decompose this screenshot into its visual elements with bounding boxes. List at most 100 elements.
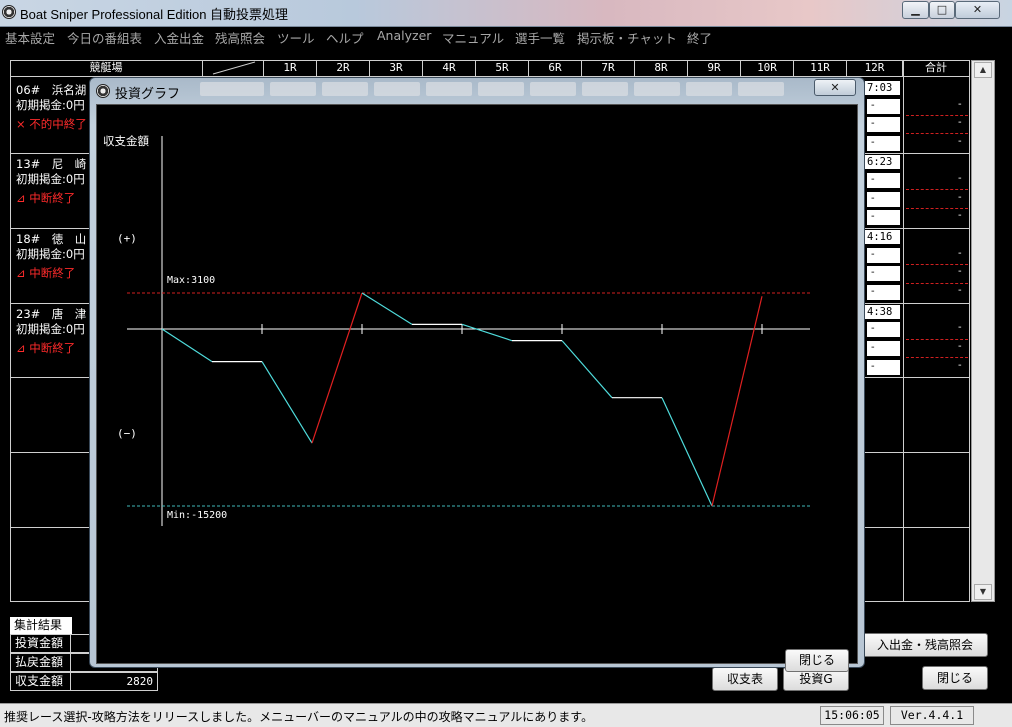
- race-cell[interactable]: -: [867, 99, 900, 114]
- menu-item-board-chat[interactable]: 掲示板・チャット: [577, 28, 677, 47]
- race-cell[interactable]: -: [867, 360, 900, 375]
- minus-label: (−): [117, 427, 137, 440]
- series-line: [161, 292, 763, 507]
- race-header: 7R: [582, 60, 635, 77]
- dialog-title: 投資グラフ: [115, 87, 181, 102]
- venue-row[interactable]: 13# 尼 崎 初期掲金:0円 ⊿ 中断終了: [16, 157, 96, 206]
- summary-tab[interactable]: 集計結果: [10, 617, 72, 634]
- table-scrollbar[interactable]: ▲ ▼: [971, 60, 995, 602]
- race-cell[interactable]: -: [867, 266, 900, 281]
- race-cell[interactable]: -: [867, 173, 900, 188]
- race-cell[interactable]: -: [867, 341, 900, 356]
- series-segment: [561, 340, 613, 399]
- venue-header: 競艇場: [10, 60, 203, 77]
- venue-row[interactable]: 23# 唐 津 初期掲金:0円 ⊿ 中断終了: [16, 307, 96, 356]
- status-bar: 推奨レース選択-攻略方法をリリースしました。メニューバーのマニュアルの中の攻略マ…: [0, 703, 1012, 727]
- balance-sheet-button[interactable]: 収支表: [712, 667, 778, 691]
- series-segment: [361, 292, 413, 325]
- background-row-ghost: [686, 82, 732, 96]
- venue-status: ⊿ 中断終了: [16, 341, 76, 355]
- menu-item-today-program[interactable]: 今日の番組表: [67, 28, 142, 47]
- menu-item-help[interactable]: ヘルプ: [326, 28, 364, 47]
- race-header: 10R: [741, 60, 794, 77]
- min-label: Min:-15200: [167, 510, 227, 521]
- close-button[interactable]: 閉じる: [922, 666, 988, 690]
- invest-chart: 収支金額 (+) (−) Max:3100 Min:-15200: [103, 134, 810, 526]
- race-time-cell[interactable]: 4:16: [865, 230, 900, 244]
- background-row-ghost: [270, 82, 316, 96]
- total-column-divider: [903, 60, 904, 602]
- race-cell[interactable]: -: [867, 285, 900, 300]
- status-message: 推奨レース選択-攻略方法をリリースしました。メニューバーのマニュアルの中の攻略マ…: [4, 710, 594, 724]
- venue-fund: 初期掲金:0円: [16, 322, 85, 336]
- race-header: 11R: [794, 60, 847, 77]
- app-window: Boat Sniper Professional Edition 自動投票処理 …: [0, 0, 1012, 727]
- summary-label: 投資金額: [11, 635, 71, 652]
- y-axis-label: 収支金額: [103, 134, 149, 148]
- race-header: 9R: [688, 60, 741, 77]
- total-cell: -: [958, 266, 962, 277]
- dialog-logo-icon: [96, 84, 110, 98]
- background-row-ghost: [634, 82, 680, 96]
- scroll-up-icon[interactable]: ▲: [974, 62, 992, 78]
- scroll-down-icon[interactable]: ▼: [974, 584, 992, 600]
- total-divider: [906, 189, 968, 190]
- race-header: 8R: [635, 60, 688, 77]
- summary-row: 収支金額 2820: [10, 672, 158, 691]
- summary-label: 収支金額: [11, 673, 71, 690]
- race-cell[interactable]: -: [867, 210, 900, 225]
- menu-item-manual[interactable]: マニュアル: [442, 28, 504, 47]
- venue-status: × 不的中終了: [16, 117, 87, 131]
- venue-row[interactable]: 06# 浜名湖 初期掲金:0円 × 不的中終了: [16, 83, 96, 132]
- total-divider: [906, 264, 968, 265]
- menu-item-analyzer[interactable]: Analyzer: [377, 28, 431, 43]
- venue-row[interactable]: 18# 徳 山 初期掲金:0円 ⊿ 中断終了: [16, 232, 96, 281]
- race-time-cell[interactable]: 7:03: [865, 81, 900, 95]
- background-row-ghost: [426, 82, 472, 96]
- total-divider: [906, 357, 968, 358]
- race-cell[interactable]: -: [867, 192, 900, 207]
- maximize-button[interactable]: □: [929, 1, 955, 19]
- total-divider: [906, 208, 968, 209]
- deposit-balance-button[interactable]: 入出金・残高照会: [862, 633, 988, 657]
- race-header: 4R: [423, 60, 476, 77]
- menu-item-tools[interactable]: ツール: [277, 28, 315, 47]
- dialog-close-icon[interactable]: ✕: [814, 79, 856, 96]
- race-cell[interactable]: -: [867, 248, 900, 263]
- total-cell: -: [958, 117, 962, 128]
- total-divider: [906, 283, 968, 284]
- race-cell[interactable]: -: [867, 322, 900, 337]
- plus-label: (+): [117, 232, 137, 245]
- menu-item-balance[interactable]: 残高照会: [215, 28, 265, 47]
- menu-item-settings[interactable]: 基本設定: [5, 28, 55, 47]
- total-cell: -: [958, 322, 962, 333]
- total-divider: [906, 115, 968, 116]
- background-row-ghost: [322, 82, 368, 96]
- minimize-button[interactable]: ▁: [902, 1, 929, 19]
- dialog-close-button[interactable]: 閉じる: [785, 649, 849, 672]
- race-cell[interactable]: -: [867, 117, 900, 132]
- series-segment: [261, 361, 313, 444]
- background-row-ghost: [738, 82, 784, 96]
- series-segment: [311, 292, 363, 444]
- total-cell: -: [958, 248, 962, 259]
- background-row-ghost: [374, 82, 420, 96]
- race-time-cell[interactable]: 6:23: [865, 155, 900, 169]
- menu-item-deposit[interactable]: 入金出金: [154, 28, 204, 47]
- total-cell: -: [958, 285, 962, 296]
- menu-item-player-list[interactable]: 選手一覧: [515, 28, 565, 47]
- diagonal-header: [203, 60, 264, 77]
- close-window-button[interactable]: ✕: [955, 1, 1000, 19]
- race-header: 2R: [317, 60, 370, 77]
- series-segment: [161, 328, 213, 363]
- race-cell[interactable]: -: [867, 136, 900, 151]
- menu-item-exit[interactable]: 終了: [687, 28, 712, 47]
- summary-value: 2820: [126, 675, 154, 688]
- venue-status: ⊿ 中断終了: [16, 191, 76, 205]
- total-cell: -: [958, 210, 962, 221]
- race-header: 3R: [370, 60, 423, 77]
- race-time-cell[interactable]: 4:38: [865, 305, 900, 319]
- venue-fund: 初期掲金:0円: [16, 98, 85, 112]
- total-cell: -: [958, 192, 962, 203]
- background-row-ghost: [200, 82, 264, 96]
